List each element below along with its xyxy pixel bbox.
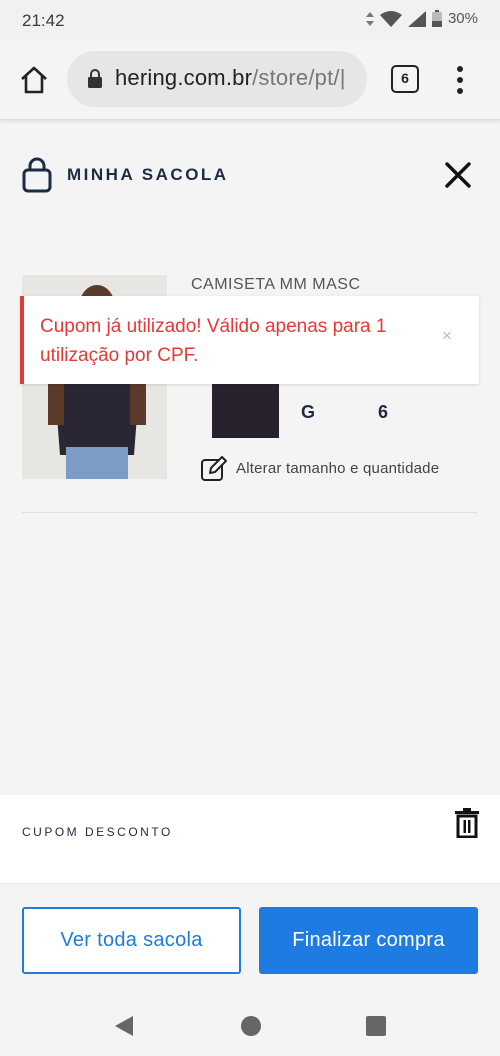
back-icon[interactable] <box>113 1014 135 1038</box>
home-circle-icon[interactable] <box>240 1015 262 1037</box>
alert-close-icon[interactable]: × <box>442 326 452 346</box>
battery-percent: 30% <box>447 10 478 27</box>
coupon-error-alert: Cupom já utilizado! Válido apenas para 1… <box>20 296 479 384</box>
edit-icon <box>201 456 227 481</box>
battery-icon <box>431 10 442 27</box>
signal-icon <box>407 10 426 27</box>
view-bag-button[interactable]: Ver toda sacola <box>22 907 241 974</box>
product-size: G <box>301 402 316 422</box>
product-quantity: 6 <box>378 402 389 422</box>
bag-title: MINHA SACOLA <box>67 165 229 184</box>
url-host: hering.com.br <box>115 65 253 90</box>
checkout-button[interactable]: Finalizar compra <box>259 907 478 974</box>
edit-label: Alterar tamanho e quantidade <box>236 459 440 477</box>
system-nav-bar <box>0 996 500 1056</box>
status-icons: 30% <box>365 10 478 27</box>
coupon-label: CUPOM DESCONTO <box>22 825 173 839</box>
url-path: /store/pt/| <box>252 65 346 90</box>
shopping-bag-icon <box>22 157 52 193</box>
alert-message: Cupom já utilizado! Válido apenas para 1… <box>40 316 387 366</box>
close-icon[interactable] <box>441 158 475 192</box>
status-time: 21:42 <box>22 11 65 30</box>
footer-actions: Ver toda sacola Finalizar compra <box>0 883 500 995</box>
browser-toolbar: hering.com.br/store/pt/| 6 <box>0 40 500 120</box>
more-vert-icon[interactable] <box>452 64 468 96</box>
trash-icon[interactable] <box>455 808 479 838</box>
url-text: hering.com.br/store/pt/| <box>115 65 346 91</box>
url-field[interactable]: hering.com.br/store/pt/| <box>67 51 367 107</box>
data-arrows-icon <box>365 11 374 26</box>
home-icon[interactable] <box>18 64 50 96</box>
edit-size-quantity-link[interactable]: Alterar tamanho e quantidade <box>200 454 439 482</box>
wifi-icon <box>379 10 402 27</box>
tabs-button[interactable]: 6 <box>391 65 419 93</box>
coupon-section[interactable]: CUPOM DESCONTO <box>0 795 500 883</box>
status-bar: 21:42 30% <box>0 0 500 40</box>
bag-header: MINHA SACOLA <box>0 121 500 231</box>
recents-icon[interactable] <box>365 1015 387 1037</box>
divider <box>22 512 478 513</box>
color-swatch <box>212 382 279 438</box>
lock-icon <box>88 69 102 88</box>
product-name: CAMISETA MM MASC <box>191 276 361 293</box>
